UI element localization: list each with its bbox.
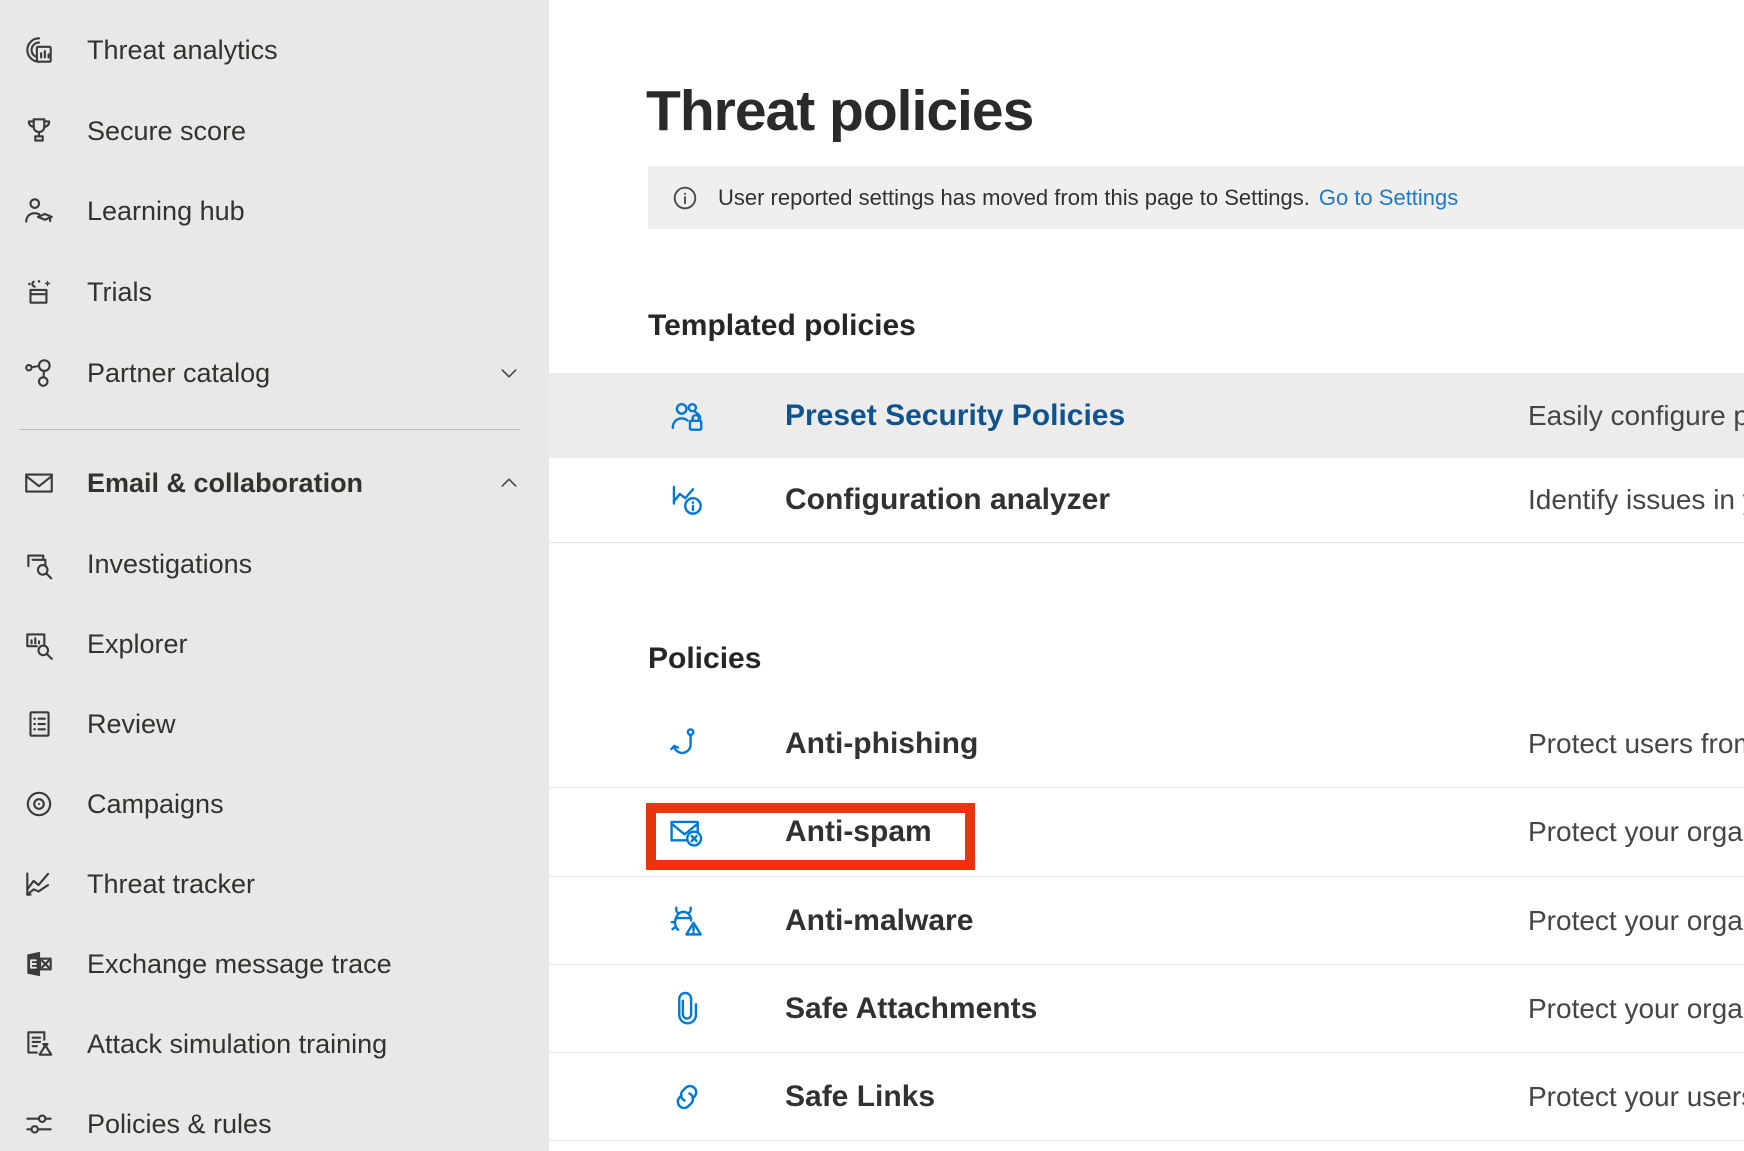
sidebar-item-secure-score[interactable]: Secure score (0, 91, 549, 171)
go-to-settings-link[interactable]: Go to Settings (1319, 185, 1458, 211)
sidebar-item-label: Review (87, 709, 176, 740)
row-description: Protect your users fr (1528, 1081, 1744, 1113)
row-label: Safe Attachments (785, 992, 1037, 1026)
info-icon (670, 183, 700, 213)
partner-catalog-icon (22, 356, 56, 390)
policy-row-anti-spam[interactable]: Anti-spam Protect your organiz (549, 788, 1744, 877)
campaigns-icon (22, 787, 56, 821)
safe-links-icon (668, 1078, 706, 1116)
learning-hub-icon (22, 194, 56, 228)
chevron-down-icon[interactable] (497, 361, 521, 385)
safe-attachments-icon (668, 990, 706, 1028)
sidebar: Threat analytics Secure score Learning h… (0, 0, 549, 1151)
sidebar-item-label: Email & collaboration (87, 468, 363, 499)
exchange-message-trace-icon (22, 947, 56, 981)
sidebar-item-threat-tracker[interactable]: Threat tracker (0, 844, 549, 924)
trials-icon (22, 275, 56, 309)
email-collaboration-icon (22, 466, 56, 500)
row-description: Easily configure prot (1528, 400, 1744, 432)
sidebar-item-email-collaboration[interactable]: Email & collaboration (0, 443, 549, 523)
anti-spam-icon (668, 813, 706, 851)
page-title: Threat policies (646, 78, 1033, 144)
sidebar-divider (20, 429, 520, 430)
main-content: Threat policies User reported settings h… (549, 0, 1744, 1151)
policy-row-anti-malware[interactable]: Anti-malware Protect your organiz (549, 877, 1744, 965)
preset-security-policies-link[interactable]: Preset Security Policies (785, 399, 1125, 433)
policy-row-safe-attachments[interactable]: Safe Attachments Protect your organiz (549, 965, 1744, 1053)
sidebar-item-threat-analytics[interactable]: Threat analytics (0, 10, 549, 90)
sidebar-item-label: Partner catalog (87, 358, 270, 389)
sidebar-item-partner-catalog[interactable]: Partner catalog (0, 333, 549, 413)
section-heading-policies: Policies (648, 642, 761, 676)
sidebar-item-campaigns[interactable]: Campaigns (0, 764, 549, 844)
chevron-up-icon[interactable] (497, 471, 521, 495)
sidebar-item-label: Secure score (87, 116, 246, 147)
sidebar-item-policies-rules[interactable]: Policies & rules (0, 1084, 549, 1151)
row-description: Protect your organiz (1528, 905, 1744, 937)
sidebar-item-label: Attack simulation training (87, 1029, 387, 1060)
sidebar-item-label: Exchange message trace (87, 949, 392, 980)
sidebar-item-exchange-message-trace[interactable]: Exchange message trace (0, 924, 549, 1004)
sidebar-item-label: Policies & rules (87, 1109, 272, 1140)
row-label: Anti-phishing (785, 727, 978, 761)
sidebar-item-review[interactable]: Review (0, 684, 549, 764)
policies-rules-icon (22, 1107, 56, 1141)
threat-tracker-icon (22, 867, 56, 901)
row-description: Identify issues in you (1528, 484, 1744, 516)
sidebar-item-label: Trials (87, 277, 152, 308)
explorer-icon (22, 627, 56, 661)
info-banner: User reported settings has moved from th… (648, 166, 1744, 229)
threat-policies-page: Threat analytics Secure score Learning h… (0, 0, 1744, 1151)
sidebar-item-label: Threat analytics (87, 35, 278, 66)
sidebar-item-learning-hub[interactable]: Learning hub (0, 171, 549, 251)
row-label: Safe Links (785, 1080, 935, 1114)
row-description: Protect your organiz (1528, 816, 1744, 848)
policy-row-configuration-analyzer[interactable]: Configuration analyzer Identify issues i… (549, 458, 1744, 543)
attack-simulation-training-icon (22, 1027, 56, 1061)
sidebar-item-label: Investigations (87, 549, 252, 580)
sidebar-item-investigations[interactable]: Investigations (0, 524, 549, 604)
sidebar-item-label: Explorer (87, 629, 188, 660)
row-description: Protect users from p (1528, 728, 1744, 760)
section-heading-templated-policies: Templated policies (648, 309, 916, 343)
policy-row-safe-links[interactable]: Safe Links Protect your users fr (549, 1053, 1744, 1141)
sidebar-item-label: Learning hub (87, 196, 245, 227)
review-icon (22, 707, 56, 741)
sidebar-item-label: Threat tracker (87, 869, 255, 900)
policy-row-preset-security-policies[interactable]: Preset Security Policies Easily configur… (549, 373, 1744, 458)
preset-security-policies-icon (668, 397, 706, 435)
row-label: Anti-spam (785, 815, 932, 849)
sidebar-item-label: Campaigns (87, 789, 224, 820)
row-description: Protect your organiz (1528, 993, 1744, 1025)
sidebar-item-trials[interactable]: Trials (0, 252, 549, 332)
configuration-analyzer-icon (668, 481, 706, 519)
investigations-icon (22, 547, 56, 581)
policy-row-anti-phishing[interactable]: Anti-phishing Protect users from p (549, 700, 1744, 788)
anti-phishing-icon (668, 725, 706, 763)
secure-score-icon (22, 114, 56, 148)
sidebar-item-explorer[interactable]: Explorer (0, 604, 549, 684)
anti-malware-icon (668, 902, 706, 940)
banner-message: User reported settings has moved from th… (718, 185, 1310, 211)
row-label: Anti-malware (785, 904, 973, 938)
sidebar-item-attack-simulation-training[interactable]: Attack simulation training (0, 1004, 549, 1084)
threat-analytics-icon (22, 33, 56, 67)
row-label: Configuration analyzer (785, 483, 1110, 517)
